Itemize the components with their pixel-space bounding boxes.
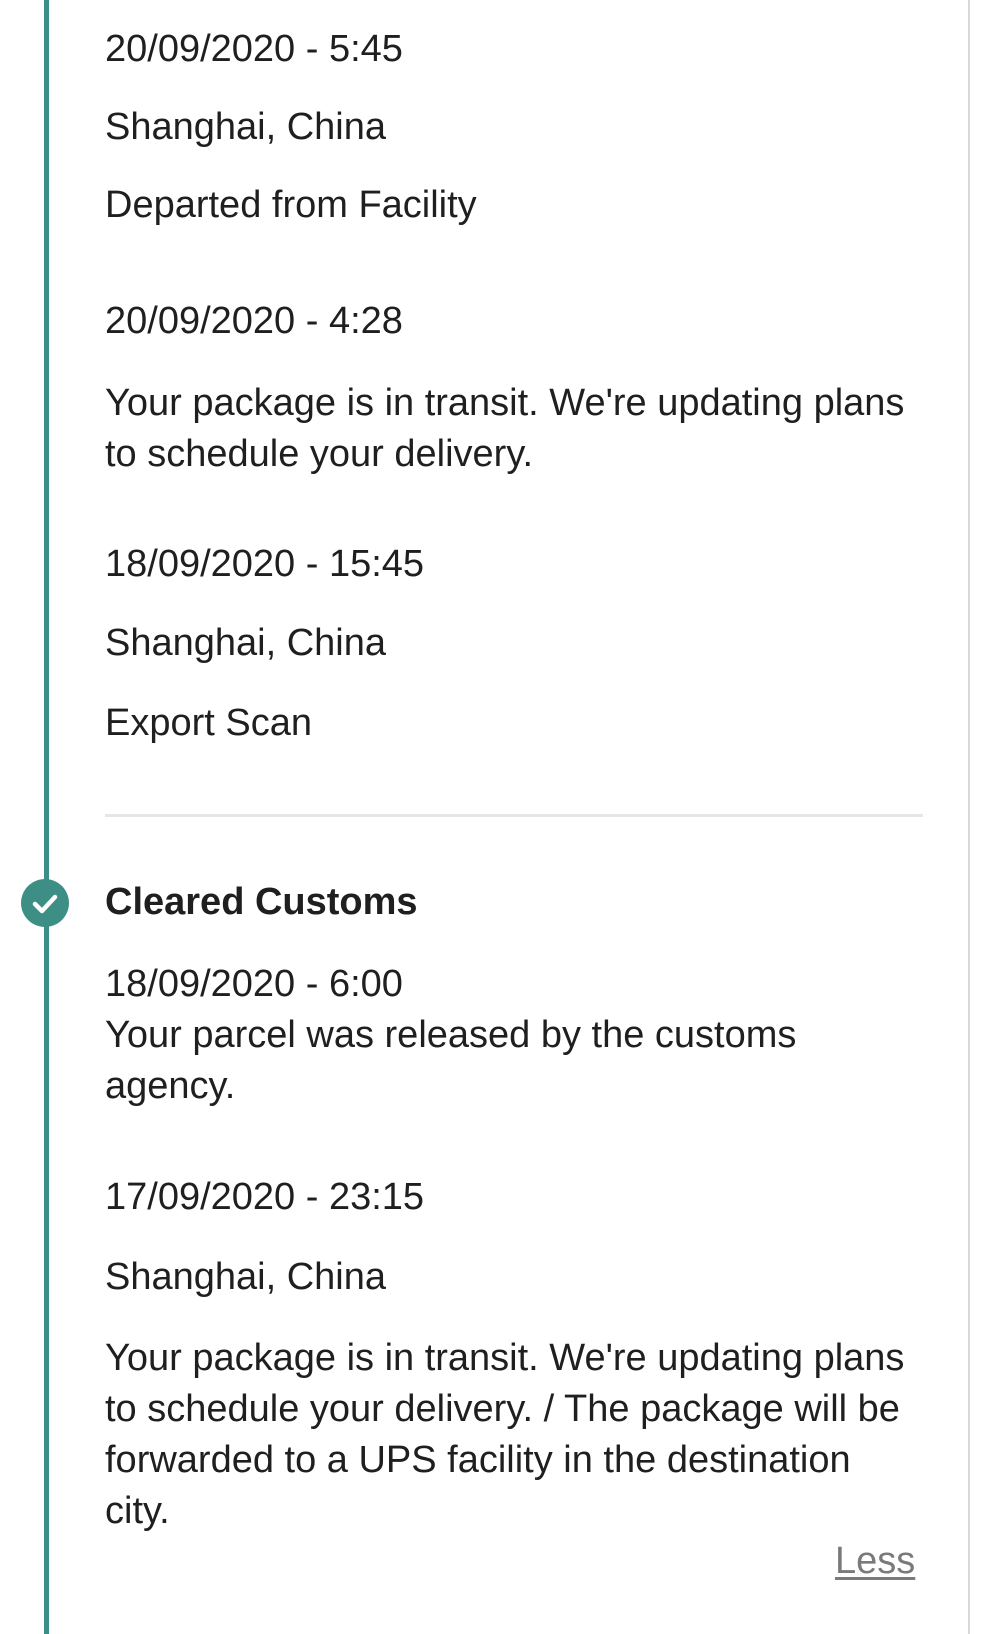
less-link[interactable]: Less <box>835 1536 915 1587</box>
event-description: Your package is in transit. We're updati… <box>105 1337 905 1532</box>
milestone-title: Cleared Customs <box>105 881 418 923</box>
timeline-line <box>44 0 49 1634</box>
checkmark-circle-icon <box>21 879 69 927</box>
event-timestamp: 20/09/2020 - 4:28 <box>105 300 403 342</box>
event-description: Your parcel was released by the customs … <box>105 1014 797 1107</box>
event-timestamp: 17/09/2020 - 23:15 <box>105 1176 425 1218</box>
event-description: Departed from Facility <box>105 184 477 226</box>
event-timestamp: 20/09/2020 - 5:45 <box>105 28 403 70</box>
section-divider <box>105 814 923 817</box>
event-description: Export Scan <box>105 702 312 744</box>
event-timestamp: 18/09/2020 - 15:45 <box>105 543 425 585</box>
panel-right-border <box>968 0 970 1634</box>
event-location: Shanghai, China <box>105 106 386 148</box>
event-location: Shanghai, China <box>105 1256 386 1298</box>
event-description: Your package is in transit. We're updati… <box>105 382 905 475</box>
event-timestamp: 18/09/2020 - 6:00 <box>105 963 403 1005</box>
event-location: Shanghai, China <box>105 622 386 664</box>
